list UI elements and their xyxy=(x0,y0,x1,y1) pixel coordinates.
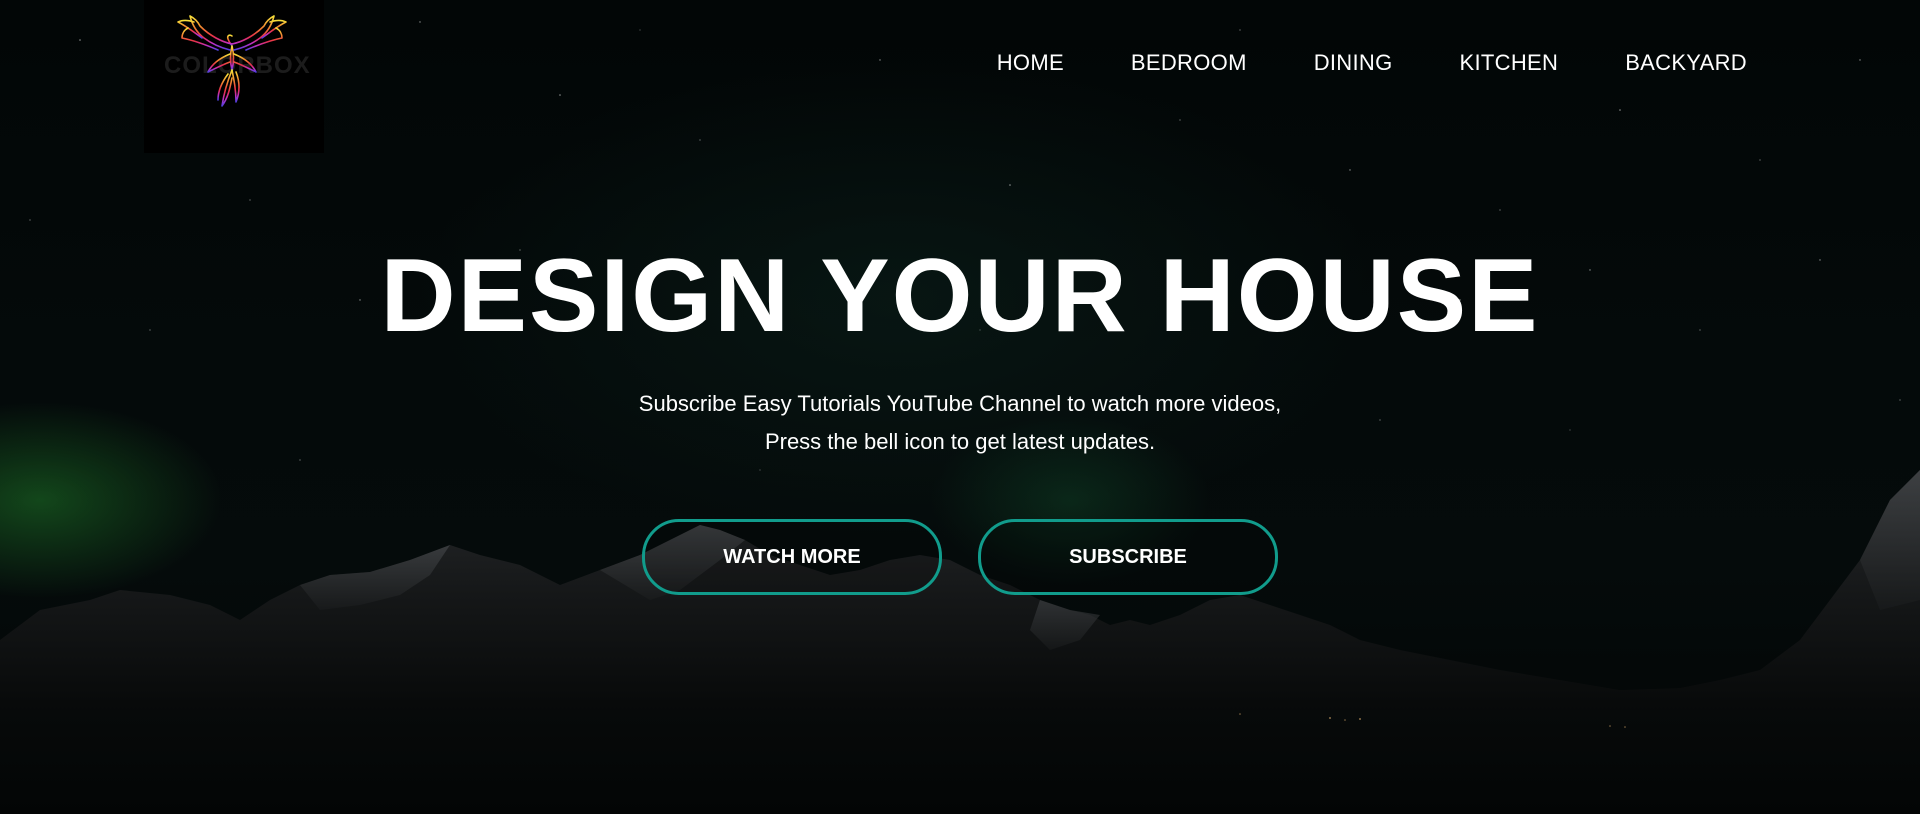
logo[interactable]: COLORBOX xyxy=(144,0,324,153)
subscribe-button[interactable]: SUBSCRIBE xyxy=(978,519,1278,595)
nav-item-kitchen[interactable]: KITCHEN xyxy=(1460,50,1559,76)
nav-item-home[interactable]: HOME xyxy=(997,50,1064,76)
hero-subtitle-line-2: Press the bell icon to get latest update… xyxy=(764,429,1156,454)
nav-item-dining[interactable]: DINING xyxy=(1314,50,1393,76)
phoenix-logo-icon xyxy=(177,15,287,107)
main-nav: HOME BEDROOM DINING KITCHEN BACKYARD xyxy=(997,50,1747,76)
hero-section: COLORBOX HOME BEDROOM DINING KITCHEN BAC… xyxy=(0,0,1920,814)
navbar: COLORBOX HOME BEDROOM DINING KITCHEN BAC… xyxy=(0,0,1920,155)
hero-headline: DESIGN YOUR HOUSE xyxy=(380,238,1540,354)
nav-item-backyard[interactable]: BACKYARD xyxy=(1625,50,1747,76)
hero-subtitle: Subscribe Easy Tutorials YouTube Channel… xyxy=(0,385,1920,461)
hero-subtitle-line-1: Subscribe Easy Tutorials YouTube Channel… xyxy=(638,391,1282,416)
nav-item-bedroom[interactable]: BEDROOM xyxy=(1131,50,1247,76)
hero-buttons: WATCH MORE SUBSCRIBE xyxy=(642,519,1282,595)
watch-more-button[interactable]: WATCH MORE xyxy=(642,519,942,595)
